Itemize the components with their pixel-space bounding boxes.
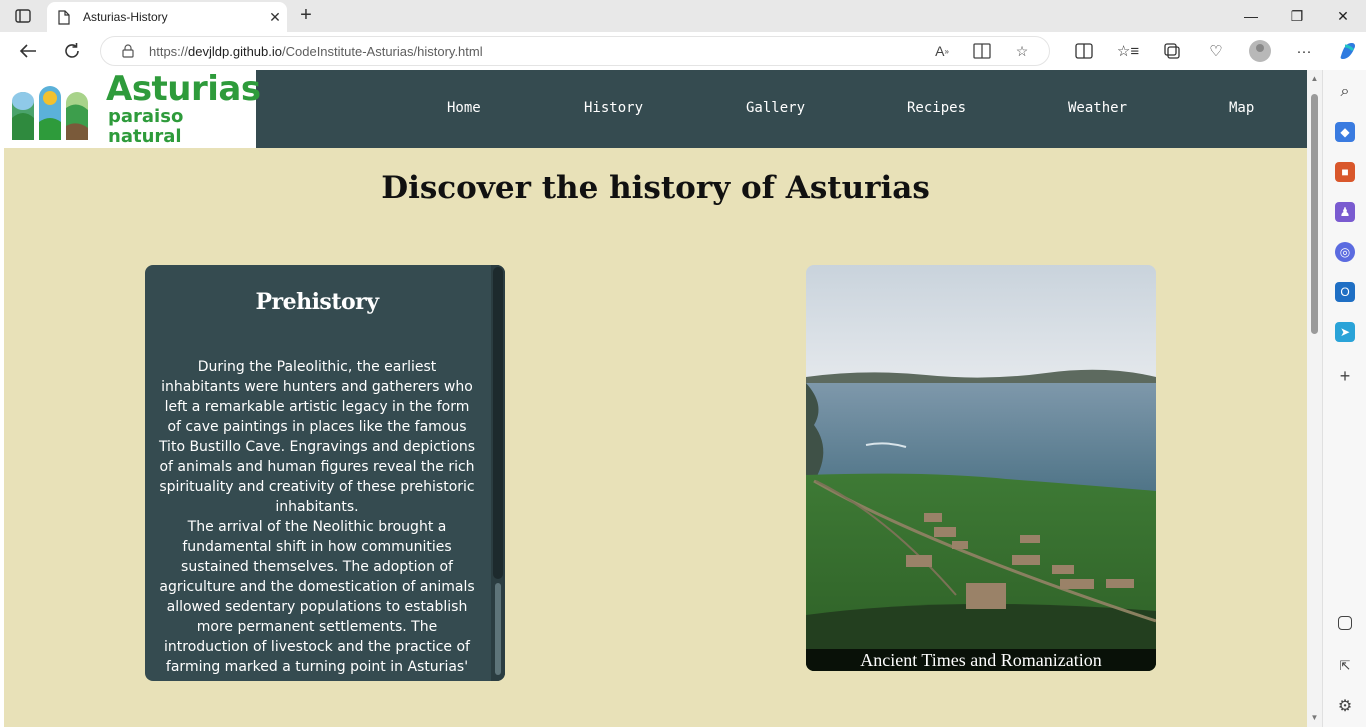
- outlook-icon[interactable]: O: [1335, 282, 1355, 302]
- card-paragraph: During the Paleolithic, the earliest inh…: [158, 359, 476, 515]
- address-bar[interactable]: https://devjldp.github.io/CodeInstitute-…: [100, 36, 1050, 66]
- page-scrollbar-thumb[interactable]: [1311, 94, 1318, 334]
- nav-link-history[interactable]: History: [584, 100, 643, 116]
- close-window-button[interactable]: ✕: [1320, 0, 1366, 32]
- tools-briefcase-icon[interactable]: ■: [1335, 162, 1355, 182]
- restore-button[interactable]: ❐: [1274, 0, 1320, 32]
- browser-essentials-icon[interactable]: ♡: [1194, 38, 1238, 64]
- more-menu-icon[interactable]: ···: [1282, 38, 1326, 64]
- page-viewport: Asturias paraiso natural Home History Ga…: [4, 70, 1307, 727]
- settings-gear-icon[interactable]: ⚙: [1335, 696, 1355, 716]
- card-paragraph: The arrival of the Neolithic brought a f…: [159, 519, 475, 675]
- search-icon[interactable]: ⌕: [1335, 82, 1355, 102]
- card-scrollbar-track[interactable]: [495, 583, 501, 675]
- scroll-down-arrow[interactable]: ▼: [1310, 713, 1319, 722]
- split-screen-icon[interactable]: [1062, 38, 1106, 64]
- nav-link-weather[interactable]: Weather: [1068, 100, 1127, 116]
- send-icon[interactable]: ➤: [1335, 322, 1355, 342]
- card-scrollbar[interactable]: [491, 265, 505, 681]
- open-external-icon[interactable]: ⇱: [1335, 656, 1355, 676]
- favorites-icon[interactable]: ☆≡: [1106, 38, 1150, 64]
- page-title: Discover the history of Asturias: [381, 170, 930, 206]
- back-icon[interactable]: [16, 39, 40, 63]
- site-header: Asturias paraiso natural Home History Ga…: [4, 70, 1307, 148]
- url-text: https://devjldp.github.io/CodeInstitute-…: [149, 43, 483, 59]
- coastal-landscape-image: [806, 265, 1156, 671]
- profile-avatar[interactable]: [1249, 40, 1271, 62]
- tab-title: Asturias-History: [83, 10, 168, 24]
- add-sidebar-app-icon[interactable]: +: [1335, 366, 1355, 386]
- nav-link-gallery[interactable]: Gallery: [746, 100, 805, 116]
- lock-icon[interactable]: [121, 44, 135, 58]
- microsoft-365-icon[interactable]: ◎: [1335, 242, 1355, 262]
- close-tab-icon[interactable]: ✕: [263, 9, 287, 26]
- favorite-star-icon[interactable]: ☆: [1009, 40, 1035, 62]
- page-scrollbar[interactable]: ▲ ▼: [1307, 70, 1322, 727]
- tab-actions-icon[interactable]: [14, 7, 32, 25]
- games-icon[interactable]: ♟: [1335, 202, 1355, 222]
- browser-sidebar: ⌕ ◆ ■ ♟ ◎ O ➤ + ⇱ ⚙: [1322, 70, 1366, 727]
- reader-view-icon[interactable]: [969, 40, 995, 62]
- browser-tab-bar: Asturias-History ✕ + — ❐ ✕: [0, 0, 1366, 32]
- card-body: During the Paleolithic, the earliest inh…: [157, 357, 477, 677]
- card-scrollbar-thumb[interactable]: [493, 267, 503, 579]
- card-title: Prehistory: [255, 289, 379, 315]
- minimize-button[interactable]: —: [1228, 0, 1274, 32]
- scroll-up-arrow[interactable]: ▲: [1310, 74, 1319, 83]
- browser-tab-active[interactable]: Asturias-History ✕: [47, 2, 287, 32]
- sidebar-toggle-icon[interactable]: [1338, 616, 1352, 630]
- new-tab-button[interactable]: +: [294, 4, 318, 28]
- refresh-icon[interactable]: [60, 39, 84, 63]
- prehistory-card[interactable]: Prehistory During the Paleolithic, the e…: [145, 265, 505, 681]
- page-icon: [57, 9, 71, 25]
- browser-toolbar: https://devjldp.github.io/CodeInstitute-…: [0, 32, 1366, 70]
- read-aloud-icon[interactable]: A»: [929, 40, 955, 62]
- collections-icon[interactable]: [1150, 38, 1194, 64]
- photo-caption: Ancient Times and Romanization: [806, 649, 1156, 671]
- nav-link-home[interactable]: Home: [447, 100, 481, 116]
- nav-link-recipes[interactable]: Recipes: [907, 100, 966, 116]
- copilot-icon[interactable]: [1326, 38, 1366, 64]
- main-nav: Home History Gallery Recipes Weather Map: [4, 70, 1307, 148]
- nav-link-map[interactable]: Map: [1229, 100, 1254, 116]
- romanization-photo[interactable]: Ancient Times and Romanization: [806, 265, 1156, 671]
- shopping-tag-icon[interactable]: ◆: [1335, 122, 1355, 142]
